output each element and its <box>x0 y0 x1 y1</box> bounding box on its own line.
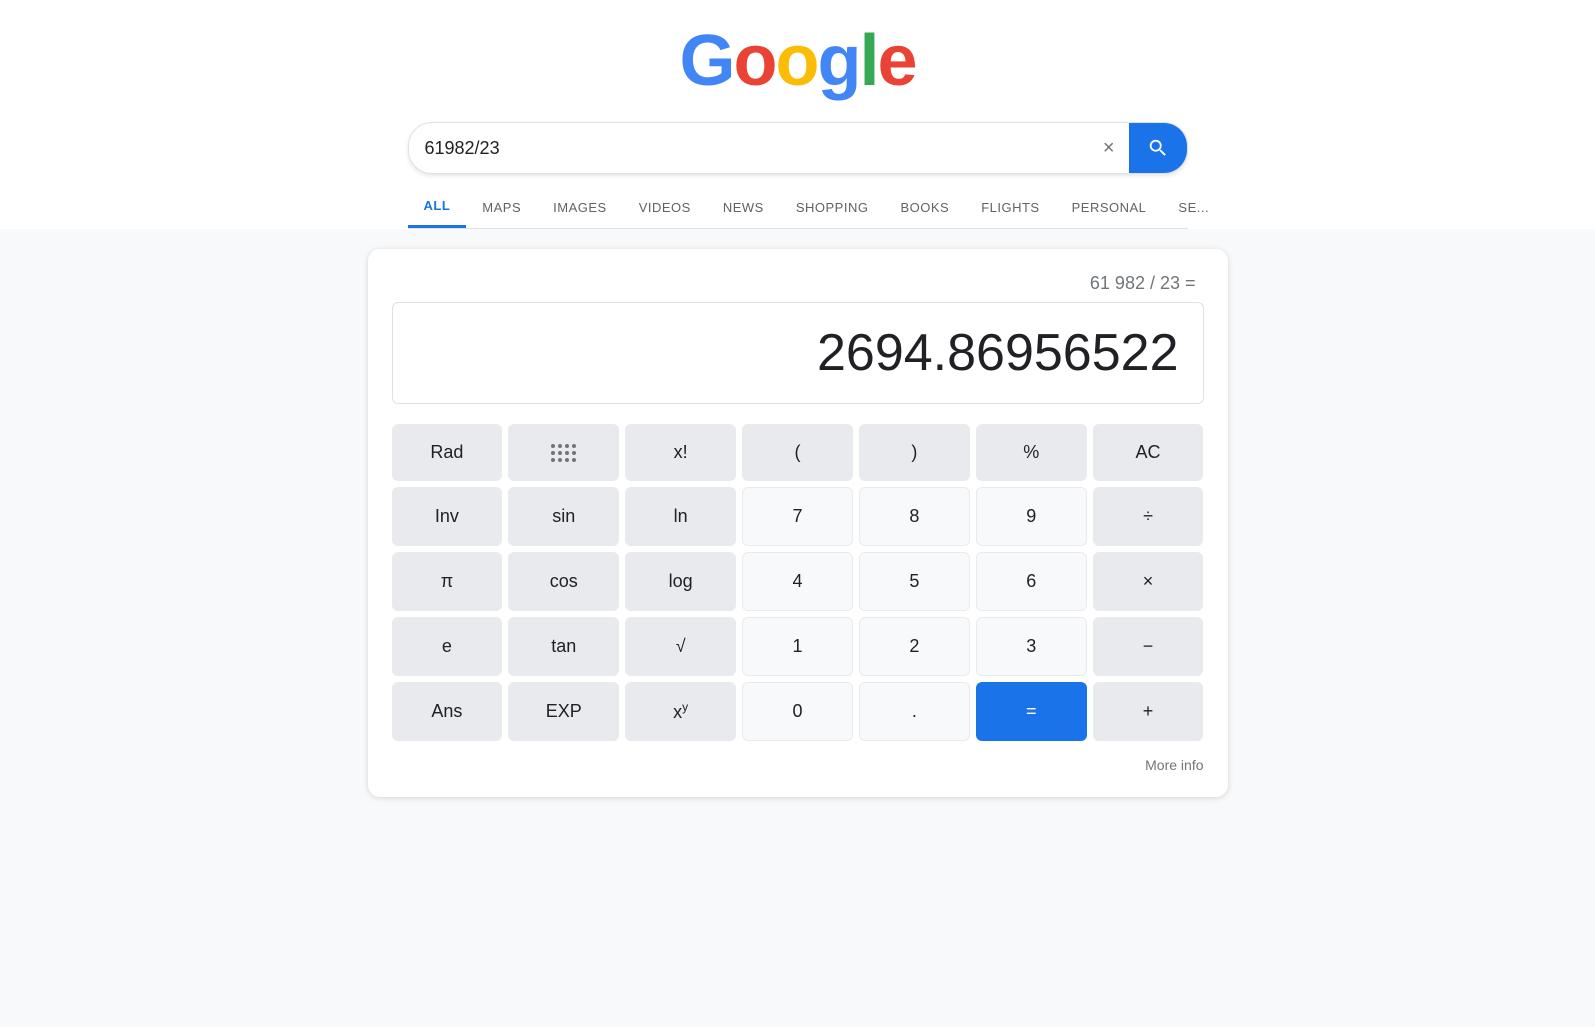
factorial-button[interactable]: x! <box>625 424 736 481</box>
inv-button[interactable]: Inv <box>392 487 503 546</box>
cos-button[interactable]: cos <box>508 552 619 611</box>
more-info-link[interactable]: More info <box>392 757 1204 773</box>
main-content: 61 982 / 23 = 2694.86956522 Rad x! ( ) %… <box>348 249 1248 797</box>
logo-o1: o <box>734 21 776 101</box>
tab-all[interactable]: ALL <box>408 186 467 228</box>
search-input[interactable] <box>409 124 1089 173</box>
tab-images[interactable]: IMAGES <box>537 188 623 227</box>
search-icon <box>1147 137 1169 159</box>
exp-button[interactable]: EXP <box>508 682 619 741</box>
result-display: 2694.86956522 <box>392 302 1204 404</box>
five-button[interactable]: 5 <box>859 552 970 611</box>
search-button[interactable] <box>1129 123 1187 173</box>
percent-button[interactable]: % <box>976 424 1087 481</box>
logo-g: G <box>679 21 733 101</box>
close-paren-button[interactable]: ) <box>859 424 970 481</box>
google-logo: Google <box>679 20 915 102</box>
logo-e: e <box>877 21 915 101</box>
six-button[interactable]: 6 <box>976 552 1087 611</box>
rad-button[interactable]: Rad <box>392 424 503 481</box>
tab-videos[interactable]: VIDEOS <box>623 188 707 227</box>
dots-icon <box>551 444 576 462</box>
ans-button[interactable]: Ans <box>392 682 503 741</box>
logo-l: l <box>859 21 877 101</box>
divide-button[interactable]: ÷ <box>1093 487 1204 546</box>
one-button[interactable]: 1 <box>742 617 853 676</box>
ln-button[interactable]: ln <box>625 487 736 546</box>
decimal-button[interactable]: . <box>859 682 970 741</box>
tab-maps[interactable]: MAPS <box>466 188 537 227</box>
zero-button[interactable]: 0 <box>742 682 853 741</box>
three-button[interactable]: 3 <box>976 617 1087 676</box>
clear-icon[interactable]: × <box>1089 127 1129 170</box>
power-button[interactable]: xy <box>625 682 736 741</box>
tab-shopping[interactable]: SHOPPING <box>780 188 885 227</box>
tab-books[interactable]: BOOKS <box>884 188 965 227</box>
sin-button[interactable]: sin <box>508 487 619 546</box>
subtract-button[interactable]: − <box>1093 617 1204 676</box>
nine-button[interactable]: 9 <box>976 487 1087 546</box>
ac-button[interactable]: AC <box>1093 424 1204 481</box>
logo-o2: o <box>775 21 817 101</box>
calculator-card: 61 982 / 23 = 2694.86956522 Rad x! ( ) %… <box>368 249 1228 797</box>
four-button[interactable]: 4 <box>742 552 853 611</box>
add-button[interactable]: + <box>1093 682 1204 741</box>
search-bar: × <box>408 122 1188 174</box>
sqrt-button[interactable]: √ <box>625 617 736 676</box>
eight-button[interactable]: 8 <box>859 487 970 546</box>
pi-button[interactable]: π <box>392 552 503 611</box>
multiply-button[interactable]: × <box>1093 552 1204 611</box>
tan-button[interactable]: tan <box>508 617 619 676</box>
euler-button[interactable]: e <box>392 617 503 676</box>
calc-grid: Rad x! ( ) % AC Inv sin ln 7 8 9 ÷ π <box>392 424 1204 741</box>
two-button[interactable]: 2 <box>859 617 970 676</box>
log-button[interactable]: log <box>625 552 736 611</box>
seven-button[interactable]: 7 <box>742 487 853 546</box>
tab-personal[interactable]: PERSONAL <box>1056 188 1163 227</box>
header: Google × ALL MAPS IMAGES VIDEOS NEWS SHO… <box>0 0 1595 229</box>
grid-button[interactable] <box>508 424 619 481</box>
nav-tabs: ALL MAPS IMAGES VIDEOS NEWS SHOPPING BOO… <box>408 186 1188 229</box>
open-paren-button[interactable]: ( <box>742 424 853 481</box>
tab-more[interactable]: SE... <box>1162 188 1225 227</box>
tab-news[interactable]: NEWS <box>707 188 780 227</box>
tab-flights[interactable]: FLIGHTS <box>965 188 1055 227</box>
expression-display: 61 982 / 23 = <box>392 273 1204 294</box>
equals-button[interactable]: = <box>976 682 1087 741</box>
power-superscript: y <box>682 700 688 714</box>
logo-g2: g <box>817 21 859 101</box>
